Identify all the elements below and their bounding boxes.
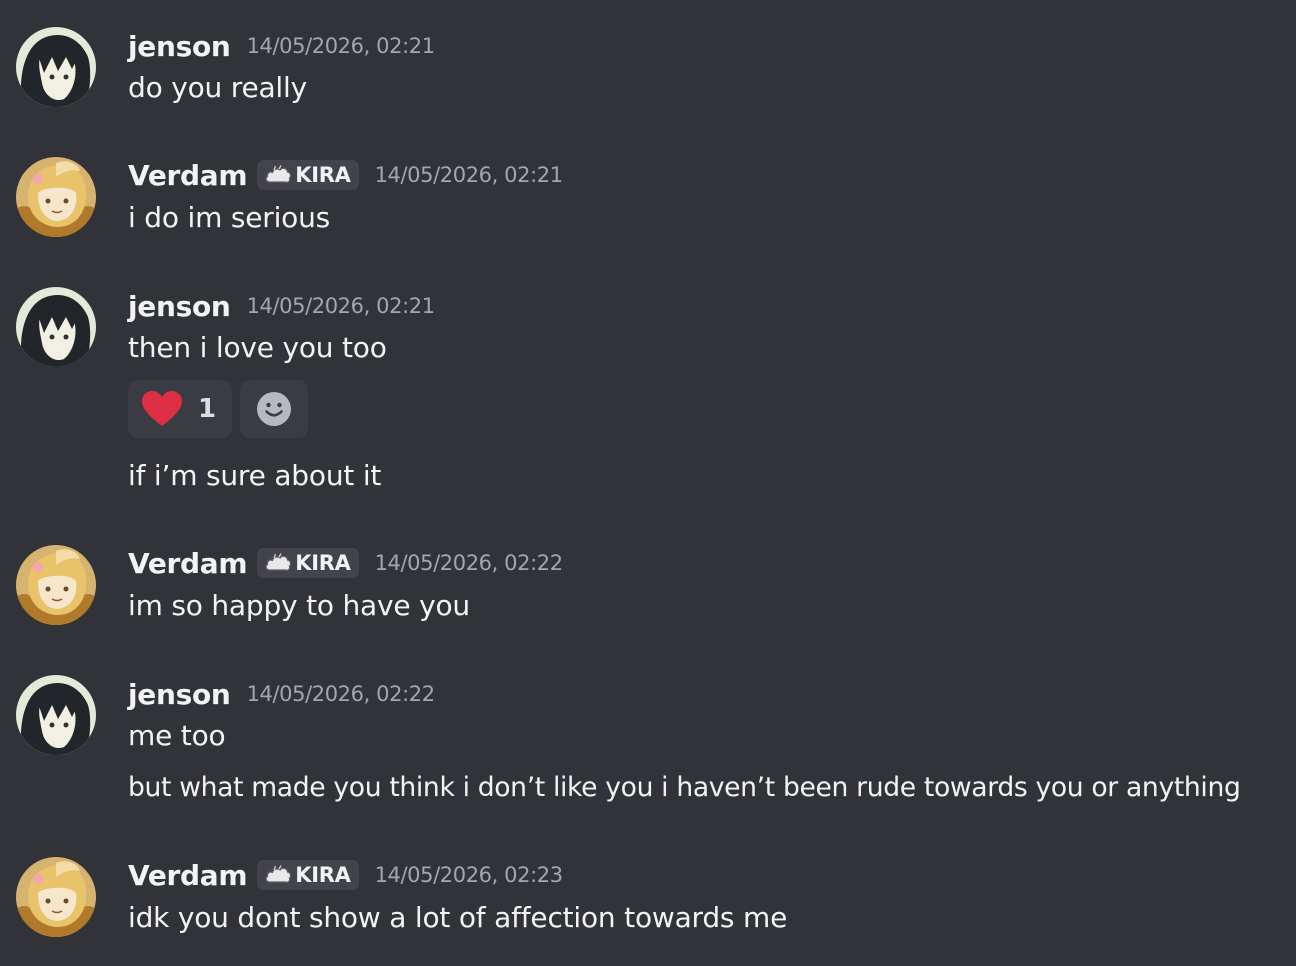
server-tag[interactable]: KIRA [257,160,359,190]
timestamp[interactable]: 14/05/2026, 02:21 [247,34,436,58]
tag-label: KIRA [295,163,351,187]
dark-hair-avatar-icon [16,27,96,107]
blonde-avatar-icon [16,857,96,937]
avatar[interactable] [16,675,96,755]
username[interactable]: jenson [128,678,231,711]
message-text: im so happy to have you [128,589,470,622]
message-header: Verdam KIRA 14/05/2026, 02:23 [128,857,563,893]
cloud-icon [265,553,292,571]
cloud-icon [265,865,292,883]
message-header: Verdam KIRA 14/05/2026, 02:21 [128,157,563,193]
message-text: me too [128,719,226,752]
reaction-heart[interactable]: 1 [128,380,232,438]
reaction-count: 1 [198,394,217,424]
blonde-avatar-icon [16,545,96,625]
dark-hair-avatar-icon [16,675,96,755]
avatar[interactable] [16,157,96,237]
message-text: if i’m sure about it [128,459,382,492]
heart-icon [142,391,182,426]
username[interactable]: Verdam [128,159,248,192]
timestamp[interactable]: 14/05/2026, 02:22 [247,682,436,706]
server-tag[interactable]: KIRA [257,860,359,890]
tag-label: KIRA [295,863,351,887]
username[interactable]: jenson [128,290,231,323]
timestamp[interactable]: 14/05/2026, 02:21 [375,163,564,187]
timestamp[interactable]: 14/05/2026, 02:23 [375,863,564,887]
reactions-bar: 1 [128,380,308,438]
message-text: then i love you too [128,331,387,364]
avatar[interactable] [16,545,96,625]
tag-label: KIRA [295,551,351,575]
username[interactable]: Verdam [128,859,248,892]
avatar[interactable] [16,857,96,937]
add-reaction-icon [257,392,291,426]
message-header: jenson 14/05/2026, 02:21 [128,288,435,324]
dark-hair-avatar-icon [16,287,96,367]
cloud-icon [265,165,292,183]
timestamp[interactable]: 14/05/2026, 02:21 [247,294,436,318]
avatar[interactable] [16,27,96,107]
message-header: jenson 14/05/2026, 02:22 [128,676,435,712]
message-text: do you really [128,71,307,104]
message-header: jenson 14/05/2026, 02:21 [128,28,435,64]
message-header: Verdam KIRA 14/05/2026, 02:22 [128,545,563,581]
username[interactable]: jenson [128,30,231,63]
message-text: i do im serious [128,201,331,234]
blonde-avatar-icon [16,157,96,237]
message-text: idk you dont show a lot of affection tow… [128,901,788,934]
message-text: but what made you think i don’t like you… [128,772,1241,803]
username[interactable]: Verdam [128,547,248,580]
avatar[interactable] [16,287,96,367]
server-tag[interactable]: KIRA [257,548,359,578]
add-reaction-button[interactable] [240,380,308,438]
timestamp[interactable]: 14/05/2026, 02:22 [375,551,564,575]
